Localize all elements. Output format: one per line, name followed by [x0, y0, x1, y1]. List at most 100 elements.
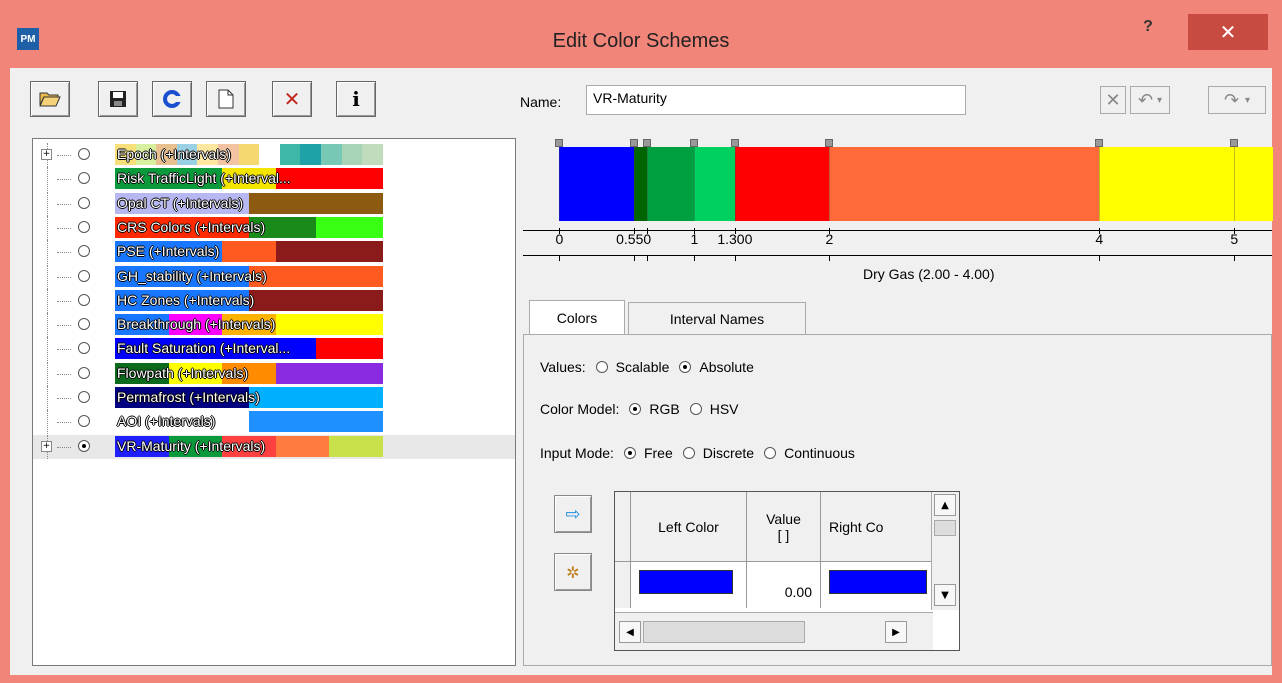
scheme-radio[interactable] [78, 391, 90, 403]
undo-button[interactable]: ↶ ▾ [1130, 86, 1170, 114]
scheme-radio[interactable] [78, 293, 90, 306]
scale-marker-handle[interactable] [730, 139, 739, 147]
color-segment[interactable] [1099, 147, 1236, 221]
scheme-swatch[interactable]: Risk TrafficLight (+Interval... [115, 168, 383, 190]
scheme-tree[interactable]: + Epoch (+Intervals) Risk TrafficLight (+I… [32, 138, 516, 666]
horizontal-scroll-thumb[interactable] [643, 621, 805, 643]
scheme-item[interactable]: + VR-Maturity (+Intervals) [33, 434, 515, 459]
scheme-swatch[interactable]: Epoch (+Intervals) [115, 144, 383, 165]
info-button[interactable]: i [336, 81, 376, 117]
scheme-radio[interactable] [78, 269, 90, 282]
rgb-radio[interactable] [629, 403, 642, 415]
scheme-swatch[interactable]: CRS Colors (+Intervals) [115, 216, 383, 238]
value-cell[interactable]: 0.00 [747, 562, 821, 608]
scheme-swatch[interactable]: Permafrost (+Intervals) [115, 387, 383, 408]
scheme-swatch[interactable]: Flowpath (+Intervals) [115, 362, 383, 384]
scheme-item[interactable]: GH_stability (+Intervals) [33, 264, 515, 289]
left-color-header[interactable]: Left Color [631, 492, 747, 562]
left-color-cell[interactable] [631, 562, 747, 608]
scheme-swatch[interactable]: Breakthrough (+Intervals) [115, 314, 383, 336]
save-button[interactable] [98, 81, 138, 117]
color-segment[interactable] [734, 147, 831, 221]
name-input[interactable]: VR-Maturity [586, 85, 966, 115]
scheme-swatch[interactable]: Fault Saturation (+Interval... [115, 338, 383, 360]
open-button[interactable] [30, 81, 70, 117]
scheme-item[interactable]: CRS Colors (+Intervals) [33, 215, 515, 240]
scroll-right-button[interactable]: ▶ [885, 621, 907, 643]
scheme-item[interactable]: Risk TrafficLight (+Interval... [33, 167, 515, 192]
scale-marker-handle[interactable] [643, 139, 652, 147]
scheme-swatch[interactable]: VR-Maturity (+Intervals) [115, 435, 383, 457]
refresh-button[interactable] [152, 81, 192, 117]
scheme-swatch[interactable]: HC Zones (+Intervals) [115, 289, 383, 311]
free-radio[interactable] [623, 447, 636, 459]
scheme-swatch[interactable]: AOI (+Intervals) [115, 411, 383, 433]
discrete-radio[interactable] [682, 447, 695, 459]
continuous-radio[interactable] [764, 447, 777, 459]
close-button[interactable]: ✕ [1188, 14, 1268, 50]
scalable-label[interactable]: Scalable [616, 359, 670, 375]
color-picker-button[interactable]: ✲ [554, 553, 592, 591]
vertical-scroll-thumb[interactable] [934, 520, 956, 536]
scale-marker-handle[interactable] [555, 139, 564, 147]
tab-interval-names[interactable]: Interval Names [628, 302, 806, 334]
delete-button[interactable]: ✕ [272, 81, 312, 117]
right-color-header[interactable]: Right Co [821, 492, 933, 562]
scheme-radio[interactable] [78, 172, 90, 185]
right-color-cell[interactable] [821, 562, 933, 608]
expand-icon[interactable]: + [41, 149, 52, 160]
color-segment[interactable] [1234, 147, 1273, 221]
scheme-radio[interactable] [78, 415, 90, 428]
scale-marker-handle[interactable] [629, 139, 638, 147]
scheme-radio[interactable] [78, 342, 90, 355]
scheme-radio[interactable] [78, 318, 90, 331]
continuous-label[interactable]: Continuous [784, 445, 855, 461]
free-label[interactable]: Free [644, 445, 673, 461]
scheme-item[interactable]: Flowpath (+Intervals) [33, 361, 515, 386]
rgb-label[interactable]: RGB [649, 401, 679, 417]
color-segment[interactable] [559, 147, 635, 221]
scroll-up-button[interactable]: ▲ [934, 494, 956, 516]
scheme-item[interactable]: Breakthrough (+Intervals) [33, 313, 515, 338]
scale-marker-handle[interactable] [825, 139, 834, 147]
absolute-radio[interactable] [679, 361, 692, 373]
hsv-label[interactable]: HSV [710, 401, 739, 417]
help-button[interactable]: ? [1133, 18, 1163, 44]
scheme-item[interactable]: PSE (+Intervals) [33, 240, 515, 265]
scheme-radio[interactable] [78, 245, 90, 258]
scheme-item[interactable]: Permafrost (+Intervals) [33, 386, 515, 410]
color-segment[interactable] [647, 147, 696, 221]
redo-button[interactable]: ↷ ▾ [1208, 86, 1266, 114]
color-segment[interactable] [694, 147, 736, 221]
scheme-item[interactable]: Opal CT (+Intervals) [33, 191, 515, 216]
scheme-item[interactable]: AOI (+Intervals) [33, 410, 515, 435]
scheme-item[interactable]: HC Zones (+Intervals) [33, 288, 515, 313]
scale-marker-handle[interactable] [1230, 139, 1239, 147]
color-scale-bar[interactable] [523, 139, 1273, 221]
clear-button[interactable]: ✕ [1100, 86, 1126, 114]
scheme-swatch[interactable]: PSE (+Intervals) [115, 241, 383, 263]
grid-horizontal-scrollbar[interactable]: ◀ ▶ [615, 612, 933, 650]
value-header[interactable]: Value [ ] [747, 492, 821, 562]
expand-icon[interactable]: + [41, 440, 52, 452]
discrete-label[interactable]: Discrete [703, 445, 754, 461]
tab-colors[interactable]: Colors [529, 300, 625, 334]
scheme-item[interactable]: + Epoch (+Intervals) [33, 143, 515, 167]
scheme-radio[interactable] [78, 366, 90, 379]
scalable-radio[interactable] [595, 361, 608, 373]
scroll-down-button[interactable]: ▼ [934, 584, 956, 606]
scale-marker-handle[interactable] [1095, 139, 1104, 147]
color-segment[interactable] [829, 147, 1101, 221]
hsv-radio[interactable] [689, 403, 702, 415]
scheme-item[interactable]: Fault Saturation (+Interval... [33, 337, 515, 362]
color-segment[interactable] [633, 147, 649, 221]
scheme-radio[interactable] [78, 148, 90, 160]
scroll-left-button[interactable]: ◀ [619, 621, 641, 643]
scheme-radio[interactable] [78, 220, 90, 233]
scheme-radio[interactable] [78, 196, 90, 209]
apply-button[interactable]: ⇨ [554, 495, 592, 533]
scheme-swatch[interactable]: GH_stability (+Intervals) [115, 265, 383, 287]
grid-vertical-scrollbar[interactable]: ▲ ▼ [931, 492, 959, 610]
absolute-label[interactable]: Absolute [699, 359, 753, 375]
scheme-swatch[interactable]: Opal CT (+Intervals) [115, 192, 383, 214]
